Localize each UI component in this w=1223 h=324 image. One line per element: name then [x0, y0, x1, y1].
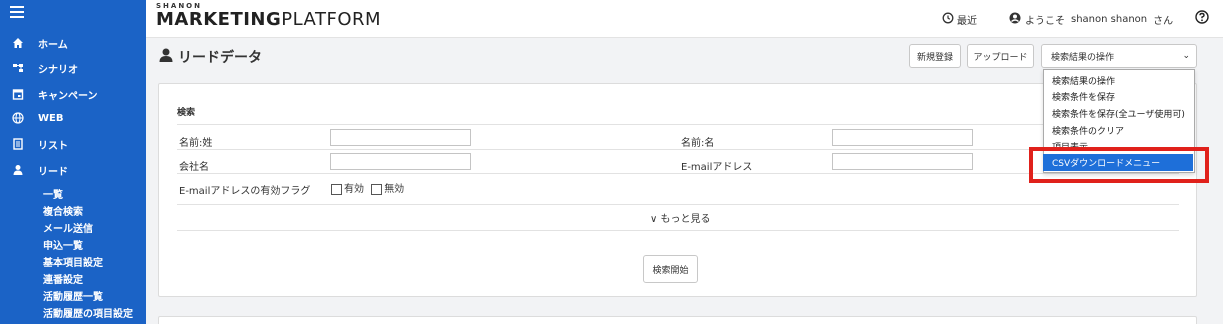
history-icon: [942, 12, 954, 27]
search-result-action-select[interactable]: 検索結果の操作 ⌄: [1041, 44, 1197, 68]
company-input[interactable]: [330, 153, 471, 170]
user-menu[interactable]: ようこそ shanon shanon さん: [1009, 12, 1173, 27]
sidebar-subitem-basic-fields[interactable]: 基本項目設定: [43, 254, 103, 269]
sidebar-subitem-activity-fields[interactable]: 活動履歴の項目設定: [43, 305, 133, 320]
sidebar-item-lead[interactable]: リード: [0, 158, 146, 182]
divider: [177, 204, 1179, 205]
logo-rest-text: PLATFORM: [281, 9, 382, 30]
divider: [177, 230, 1179, 231]
recent-button[interactable]: 最近: [942, 12, 977, 27]
last-name-input[interactable]: [330, 129, 471, 146]
home-icon: [10, 36, 26, 50]
sidebar-item-home[interactable]: ホーム: [0, 31, 146, 55]
email-flag-options: 有効 無効: [331, 180, 404, 195]
sidebar-subitem-complex-search[interactable]: 複合検索: [43, 203, 83, 218]
page-title: リードデータ: [158, 47, 262, 67]
annotation-highlight-box: [1029, 147, 1209, 183]
menu-item-save-condition-all[interactable]: 検索条件を保存(全ユーザ使用可): [1052, 107, 1185, 120]
divider: [177, 124, 1179, 125]
sidebar-item-scenario[interactable]: シナリオ: [0, 56, 146, 80]
upload-button[interactable]: アップロード: [967, 44, 1034, 68]
email-input[interactable]: [832, 153, 973, 170]
search-panel-title: 検索: [177, 108, 196, 118]
campaign-icon: [10, 87, 26, 101]
select-value: 検索結果の操作: [1051, 52, 1115, 63]
first-name-label: 名前:名: [681, 138, 715, 149]
person-icon: [10, 163, 26, 177]
help-icon[interactable]: [1195, 10, 1209, 24]
valid-checkbox[interactable]: [331, 183, 342, 195]
page-title-text: リードデータ: [178, 50, 262, 66]
search-start-button[interactable]: 検索開始: [643, 255, 698, 283]
invalid-checkbox[interactable]: [371, 183, 383, 195]
chevron-down-icon: ⌄: [1182, 51, 1190, 61]
sidebar: ホーム シナリオ キャンペーン WEB リスト リード 一覧 複合検索 メール送…: [0, 0, 146, 324]
welcome-label: ようこそ: [1025, 16, 1065, 27]
sidebar-item-campaign[interactable]: キャンペーン: [0, 82, 146, 106]
honorific-label: さん: [1153, 16, 1174, 27]
email-label: E-mailアドレス: [681, 162, 753, 173]
logo[interactable]: MARKETINGPLATFORM: [156, 9, 381, 30]
sidebar-subitem-applications[interactable]: 申込一覧: [43, 237, 83, 252]
menu-item-save-condition[interactable]: 検索条件を保存: [1052, 90, 1115, 103]
sidebar-item-label: WEB: [38, 112, 64, 124]
sidebar-subitem-sequence[interactable]: 連番設定: [43, 271, 83, 286]
invalid-label: 無効: [384, 184, 405, 195]
show-more-link[interactable]: ∨ もっと見る: [650, 210, 711, 225]
globe-icon: [10, 111, 26, 125]
top-header: SHANON MARKETINGPLATFORM 最近 ようこそ shanon …: [146, 0, 1223, 38]
sidebar-item-label: リスト: [38, 140, 68, 152]
results-panel: [158, 316, 1197, 324]
first-name-input[interactable]: [832, 129, 973, 146]
scenario-icon: [10, 61, 26, 75]
sidebar-item-list[interactable]: リスト: [0, 132, 146, 156]
user-avatar-icon: [1009, 12, 1021, 27]
sidebar-item-web[interactable]: WEB: [0, 106, 146, 130]
sidebar-item-label: ホーム: [38, 39, 68, 51]
hamburger-menu-icon[interactable]: [10, 6, 24, 18]
sidebar-subitem-list[interactable]: 一覧: [43, 186, 63, 201]
person-icon: [158, 47, 174, 67]
email-flag-label: E-mailアドレスの有効フラグ: [179, 186, 311, 197]
list-icon: [10, 137, 26, 151]
sidebar-subitem-send-mail[interactable]: メール送信: [43, 220, 93, 235]
valid-label: 有効: [344, 184, 364, 195]
last-name-label: 名前:姓: [179, 138, 213, 149]
menu-item-search-result-action[interactable]: 検索結果の操作: [1052, 74, 1115, 87]
sidebar-item-label: リード: [38, 166, 68, 178]
sidebar-item-label: キャンペーン: [38, 90, 98, 102]
logo-bold-text: MARKETING: [156, 9, 282, 30]
company-label: 会社名: [179, 162, 209, 173]
recent-label: 最近: [957, 16, 977, 27]
menu-item-clear-condition[interactable]: 検索条件のクリア: [1052, 124, 1124, 137]
user-name: shanon shanon: [1071, 14, 1148, 25]
sidebar-subitem-activity-list[interactable]: 活動履歴一覧: [43, 288, 103, 303]
new-register-button[interactable]: 新規登録: [909, 44, 961, 68]
sidebar-item-label: シナリオ: [38, 64, 78, 76]
